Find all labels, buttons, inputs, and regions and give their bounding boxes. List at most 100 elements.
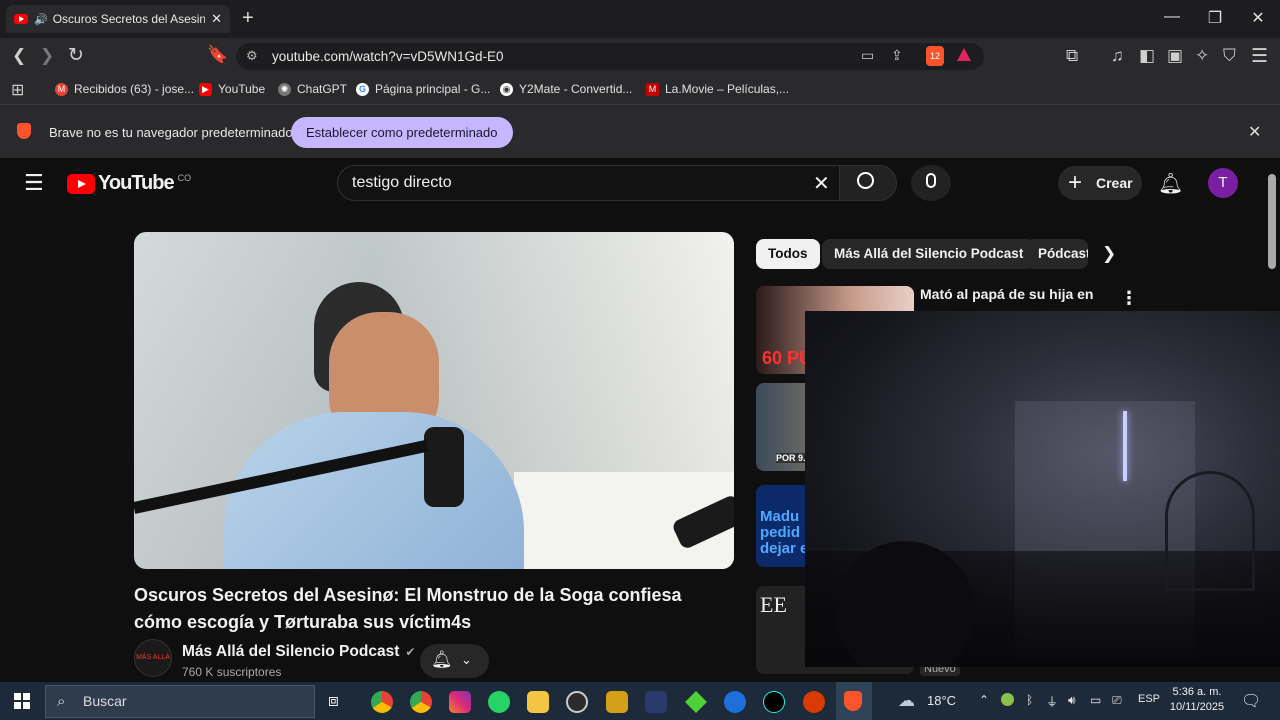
network-icon[interactable]: ⎚ <box>1112 693 1122 708</box>
video-player[interactable] <box>134 232 734 569</box>
file-explorer-icon[interactable] <box>527 691 549 713</box>
task-view-icon[interactable]: ⧈ <box>328 691 339 711</box>
browser-tab[interactable]: 🔊 Oscuros Secretos del Asesinø ✕ <box>6 5 230 33</box>
obs-icon[interactable] <box>566 691 588 713</box>
chip-channel[interactable]: Más Allá del Silencio Podcast <box>822 239 1036 269</box>
subscription-bell-button[interactable]: 🔔︎ ⌄ <box>420 644 489 678</box>
speaker-icon[interactable]: 🔊 <box>34 13 48 26</box>
more-options-icon[interactable]: ⋮ <box>1120 288 1138 309</box>
vpn-icon[interactable]: ⛉ <box>1223 46 1236 66</box>
brave-rewards-icon[interactable] <box>957 48 971 61</box>
mic-icon <box>926 173 936 188</box>
site-settings-icon[interactable]: ⚙ <box>246 48 258 64</box>
bookmark-gmail[interactable]: M Recibidos (63) - jose... <box>55 82 194 96</box>
bluetooth-icon[interactable]: ᛒ <box>1026 693 1033 707</box>
brave-taskbar-active[interactable] <box>836 682 872 720</box>
page-scrollbar[interactable] <box>1268 174 1276 269</box>
channel-avatar[interactable]: MÁS ALLÁ <box>134 639 172 677</box>
forward-icon[interactable]: ❯ <box>40 46 54 66</box>
back-icon[interactable]: ❮ <box>12 46 26 66</box>
minimize-button[interactable]: — <box>1152 8 1192 26</box>
bookmark-lamovie[interactable]: M La.Movie – Películas,... <box>646 82 789 96</box>
voice-search-button[interactable] <box>911 165 951 201</box>
bell-icon: 🔔︎ <box>431 650 453 669</box>
url-text: youtube.com/watch?v=vD5WN1Gd-E0 <box>272 49 504 64</box>
instagram-icon[interactable] <box>449 691 471 713</box>
cloud-icon[interactable]: ☁ <box>898 691 915 711</box>
youtube-logo-icon <box>67 173 95 194</box>
bookmark-icon[interactable]: 🔖 <box>207 45 228 65</box>
microphone <box>424 427 464 507</box>
whatsapp-icon[interactable] <box>488 691 510 713</box>
youtube-logo[interactable]: YouTube CO <box>67 172 191 195</box>
weather-temp[interactable]: 18°C <box>927 693 956 708</box>
app-icon[interactable] <box>724 691 746 713</box>
chevron-down-icon: ⌄ <box>461 652 472 667</box>
start-button[interactable] <box>14 693 30 709</box>
search-button[interactable] <box>839 165 897 201</box>
tiktok-icon[interactable] <box>763 691 785 713</box>
gmail-icon: M <box>55 82 68 96</box>
leo-ai-icon[interactable]: ✧ <box>1195 46 1209 66</box>
app-icon[interactable] <box>645 691 667 713</box>
cast-icon[interactable]: ▭ <box>861 47 874 64</box>
battery-icon[interactable]: ▭ <box>1090 693 1101 707</box>
usb-icon[interactable]: ⏚ <box>1046 693 1058 710</box>
close-window-button[interactable]: ✕ <box>1238 8 1278 28</box>
close-tab-icon[interactable]: ✕ <box>211 11 222 27</box>
bookmark-youtube[interactable]: ▶ YouTube <box>199 82 265 96</box>
clock[interactable]: 5:36 a. m. 10/11/2025 <box>1168 685 1226 715</box>
sidebar-icon[interactable]: ◧ <box>1139 46 1155 66</box>
youtube-page: ☰ YouTube CO testigo directo ✕ + Crear 🔔… <box>0 158 1280 682</box>
brave-icon <box>844 691 862 711</box>
chrome-icon[interactable] <box>410 691 432 713</box>
share-icon[interactable]: ⇪ <box>891 47 903 64</box>
notifications-icon[interactable]: 🔔︎ <box>1158 171 1183 196</box>
reader-icon[interactable]: ⧉ <box>1066 46 1078 66</box>
bookmark-chatgpt[interactable]: ✺ ChatGPT <box>278 82 347 96</box>
apps-grid-icon[interactable]: ⊞ <box>11 80 24 100</box>
verified-icon: ✔ <box>405 645 416 659</box>
maximize-button[interactable]: ❐ <box>1195 8 1235 28</box>
address-bar[interactable]: ⚙ youtube.com/watch?v=vD5WN1Gd-E0 ▭ ⇪ 12 <box>236 43 984 70</box>
game-icon[interactable] <box>606 691 628 713</box>
google-icon: G <box>356 82 369 96</box>
menu-icon[interactable]: ☰ <box>1251 45 1268 68</box>
chatgpt-icon: ✺ <box>278 82 291 96</box>
brave-shields-icon[interactable]: 12 <box>926 46 944 66</box>
wallet-icon[interactable]: ▣ <box>1167 46 1183 66</box>
language-indicator[interactable]: ESP <box>1138 693 1160 705</box>
bookmark-google[interactable]: G Página principal - G... <box>356 82 490 96</box>
search-input[interactable]: testigo directo <box>337 165 849 201</box>
notification-center-icon[interactable]: 🗨︎ <box>1241 691 1261 711</box>
create-button[interactable]: + Crear <box>1058 166 1142 200</box>
subscriber-count: 760 K suscriptores <box>182 665 282 679</box>
related-title[interactable]: Mató al papá de su hija en <box>920 286 1110 302</box>
music-icon[interactable]: ♫ <box>1111 46 1124 66</box>
avatar[interactable]: T <box>1208 168 1238 198</box>
video-title: Oscuros Secretos del Asesinø: El Monstru… <box>134 585 682 632</box>
chrome-icon[interactable] <box>371 691 393 713</box>
webcam-overlay[interactable] <box>805 311 1280 667</box>
new-tab-button[interactable]: + <box>242 7 254 30</box>
lamovie-icon: M <box>646 82 659 96</box>
taskbar-search-input[interactable]: ⌕ Buscar <box>45 685 315 718</box>
channel-name[interactable]: Más Allá del Silencio Podcast ✔ <box>182 643 415 661</box>
tab-bar: 🔊 Oscuros Secretos del Asesinø ✕ + — ❐ ✕ <box>0 0 1280 38</box>
set-default-button[interactable]: Establecer como predeterminado <box>291 117 513 148</box>
tray-app-icon[interactable] <box>1001 693 1014 706</box>
powerpoint-icon[interactable] <box>803 691 825 713</box>
tray-overflow-icon[interactable]: ⌃ <box>979 693 989 707</box>
chips-next-icon[interactable]: ❯ <box>1102 244 1116 264</box>
chip-todos[interactable]: Todos <box>756 239 820 269</box>
sims-icon[interactable] <box>685 691 707 713</box>
bookmark-y2mate[interactable]: ◉ Y2Mate - Convertid... <box>500 82 632 96</box>
country-code: CO <box>177 172 192 183</box>
volume-icon[interactable]: 🔊︎ <box>1068 693 1076 708</box>
guide-menu-icon[interactable]: ☰ <box>24 170 44 196</box>
chip-podcast[interactable]: Pódcast <box>1026 239 1088 269</box>
reload-icon[interactable]: ↻ <box>68 44 84 67</box>
browser-toolbar: ❮ ❯ ↻ 🔖 ⚙ youtube.com/watch?v=vD5WN1Gd-E… <box>0 38 1280 74</box>
clear-search-icon[interactable]: ✕ <box>813 171 830 196</box>
close-infobar-icon[interactable]: ✕ <box>1248 122 1261 142</box>
